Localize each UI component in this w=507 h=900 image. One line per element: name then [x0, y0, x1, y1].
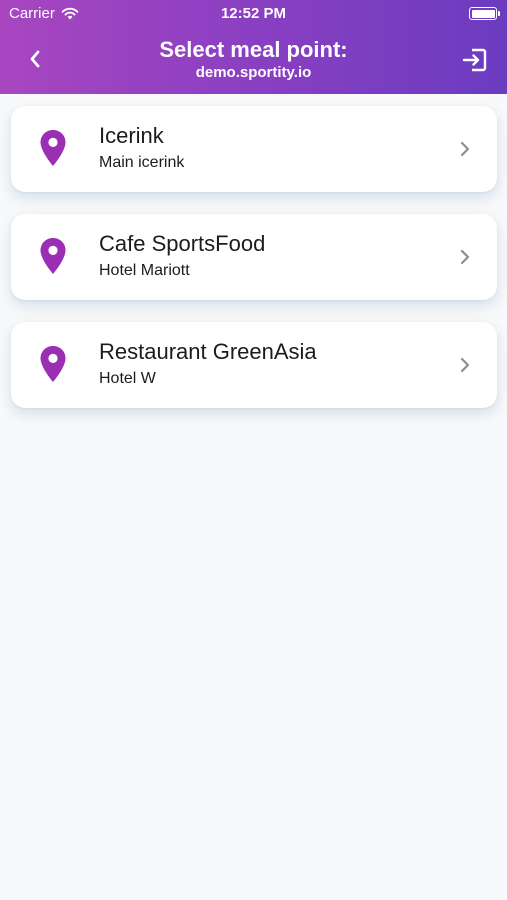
- meal-point-item[interactable]: Icerink Main icerink: [11, 106, 497, 192]
- meal-point-item[interactable]: Restaurant GreenAsia Hotel W: [11, 322, 497, 408]
- chevron-right-icon: [460, 357, 470, 373]
- page-title: Select meal point:: [159, 37, 348, 62]
- meal-point-location: Hotel Mariott: [99, 262, 190, 279]
- meal-point-location: Hotel W: [99, 370, 156, 387]
- battery-icon: [469, 7, 500, 20]
- meal-point-location: Main icerink: [99, 154, 185, 171]
- meal-point-name: Restaurant GreenAsia: [99, 339, 317, 364]
- meal-point-item[interactable]: Cafe SportsFood Hotel Mariott: [11, 214, 497, 300]
- chevron-right-icon: [460, 249, 470, 265]
- chevron-right-icon: [460, 141, 470, 157]
- map-pin-icon: [40, 346, 66, 382]
- battery-level: [471, 9, 495, 18]
- logout-button[interactable]: [461, 46, 489, 74]
- logout-icon: [462, 48, 487, 72]
- header: Carrier 12:52 PM Select meal point: demo…: [0, 0, 507, 94]
- chevron-left-icon: [30, 50, 40, 68]
- status-bar: Carrier 12:52 PM: [0, 0, 507, 28]
- back-button[interactable]: [22, 46, 48, 72]
- map-pin-icon: [40, 130, 66, 166]
- meal-point-list: Icerink Main icerink Cafe SportsFood Hot…: [11, 106, 497, 430]
- page-subtitle: demo.sportity.io: [195, 64, 312, 81]
- status-time: 12:52 PM: [220, 5, 287, 22]
- meal-point-name: Icerink: [99, 123, 164, 148]
- meal-point-name: Cafe SportsFood: [99, 231, 266, 256]
- map-pin-icon: [40, 238, 66, 274]
